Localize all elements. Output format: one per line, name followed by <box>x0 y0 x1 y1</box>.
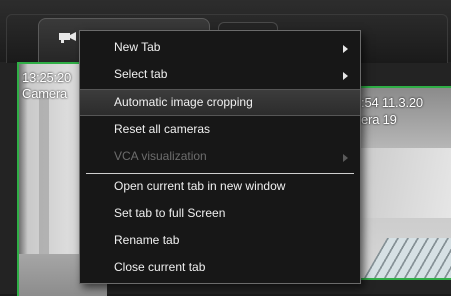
menu-item-label: Close current tab <box>114 260 206 274</box>
menu-item-label: Rename tab <box>114 233 180 247</box>
camera-icon <box>58 30 78 48</box>
menu-item-label: Set tab to full Screen <box>114 206 226 220</box>
submenu-arrow-icon <box>343 72 348 80</box>
menu-item-close-current-tab[interactable]: Close current tab <box>80 255 360 282</box>
scene-wall <box>352 148 451 218</box>
menu-item-label: Select tab <box>114 67 168 81</box>
menu-item-open-in-new-window[interactable]: Open current tab in new window <box>80 174 360 201</box>
menu-item-label: New Tab <box>114 40 161 54</box>
menu-item-label: VCA visualization <box>114 149 207 163</box>
video-client-window: 13:25:20 Camera 4:54 11.3.20 nera 19 New… <box>0 0 451 296</box>
submenu-arrow-icon <box>343 154 348 162</box>
menu-item-new-tab[interactable]: New Tab <box>80 35 360 62</box>
context-menu: New Tab Select tab Automatic image cropp… <box>79 30 361 284</box>
menu-item-automatic-image-cropping[interactable]: Automatic image cropping <box>80 89 360 116</box>
submenu-arrow-icon <box>343 45 348 53</box>
menu-item-label: Open current tab in new window <box>114 179 286 193</box>
camera-name-left: Camera <box>22 86 68 101</box>
camera-timestamp-right: 4:54 11.3.20 <box>354 95 423 110</box>
menu-item-set-tab-full-screen[interactable]: Set tab to full Screen <box>80 201 360 228</box>
camera-timestamp-left: 13:25:20 <box>22 70 72 85</box>
menu-item-select-tab[interactable]: Select tab <box>80 62 360 89</box>
menu-item-rename-tab[interactable]: Rename tab <box>80 228 360 255</box>
menu-item-vca-visualization: VCA visualization <box>80 144 360 171</box>
menu-item-label: Automatic image cropping <box>114 95 253 109</box>
menu-item-reset-all-cameras[interactable]: Reset all cameras <box>80 117 360 144</box>
scene-shelf <box>356 238 451 278</box>
menu-item-label: Reset all cameras <box>114 122 211 136</box>
